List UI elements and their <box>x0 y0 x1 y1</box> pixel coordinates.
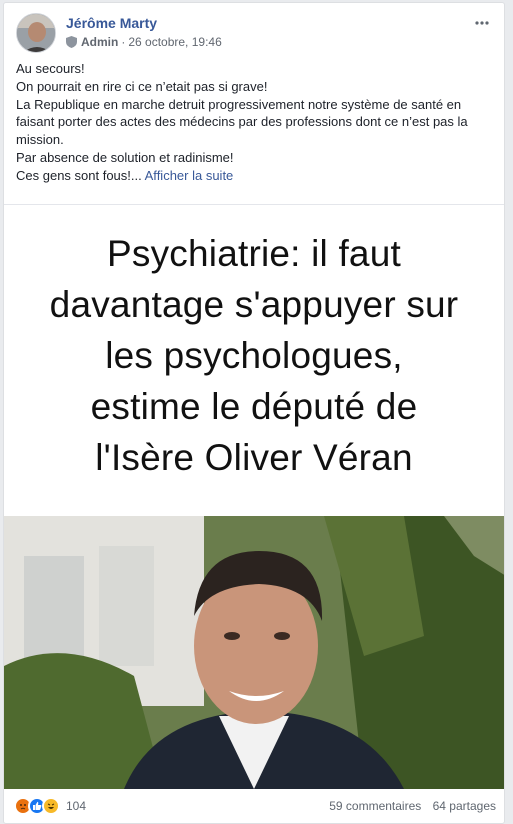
post-text: Au secours! On pourrait en rire ci ce n’… <box>16 60 496 185</box>
shared-image[interactable]: Psychiatrie: il faut davantage s'appuyer… <box>4 204 504 789</box>
headline-line: Psychiatrie: il faut <box>107 233 401 274</box>
portrait-photo <box>4 516 504 789</box>
post-text-line: La Republique en marche detruit progress… <box>16 96 468 148</box>
post-header: Jérôme Marty Admin · 26 octobre, 19:46 <box>16 13 494 53</box>
post-timestamp[interactable]: 26 octobre, 19:46 <box>128 35 221 49</box>
post-text-line: On pourrait en rire ci ce n’etait pas si… <box>16 78 268 94</box>
engagement-stats: 59 commentaires 64 partages <box>321 799 496 813</box>
shares-count[interactable]: 64 partages <box>433 799 496 813</box>
author-name[interactable]: Jérôme Marty <box>66 15 157 31</box>
post-meta: Admin · 26 octobre, 19:46 <box>66 35 222 49</box>
reactions-summary[interactable]: 104 <box>14 797 86 815</box>
meta-separator: · <box>121 35 126 49</box>
haha-icon <box>42 797 60 815</box>
shield-icon <box>66 36 77 48</box>
post-text-line: Au secours! <box>16 61 85 76</box>
headline-line: davantage s'appuyer sur <box>49 284 459 325</box>
avatar[interactable] <box>16 13 56 53</box>
reaction-count: 104 <box>66 799 87 813</box>
headline-line: estime le député de <box>90 386 418 427</box>
image-headline: Psychiatrie: il faut davantage s'appuyer… <box>4 228 504 483</box>
see-more-link[interactable]: Afficher la suite <box>145 168 234 183</box>
post-text-line: Par absence de solution et radinisme! <box>16 149 234 165</box>
post-text-line: Ces gens sont fous!... Afficher la suite <box>16 167 496 185</box>
headline-line: l'Isère Oliver Véran <box>95 437 413 478</box>
admin-badge: Admin <box>81 35 119 49</box>
more-options-icon[interactable] <box>472 15 492 31</box>
comments-count[interactable]: 59 commentaires <box>329 799 421 813</box>
post-footer: 104 59 commentaires 64 partages <box>14 795 496 817</box>
post-text-truncated: Ces gens sont fous!... <box>16 167 142 183</box>
headline-line: les psychologues, <box>105 335 403 376</box>
facebook-post: Jérôme Marty Admin · 26 octobre, 19:46 A… <box>3 2 505 824</box>
